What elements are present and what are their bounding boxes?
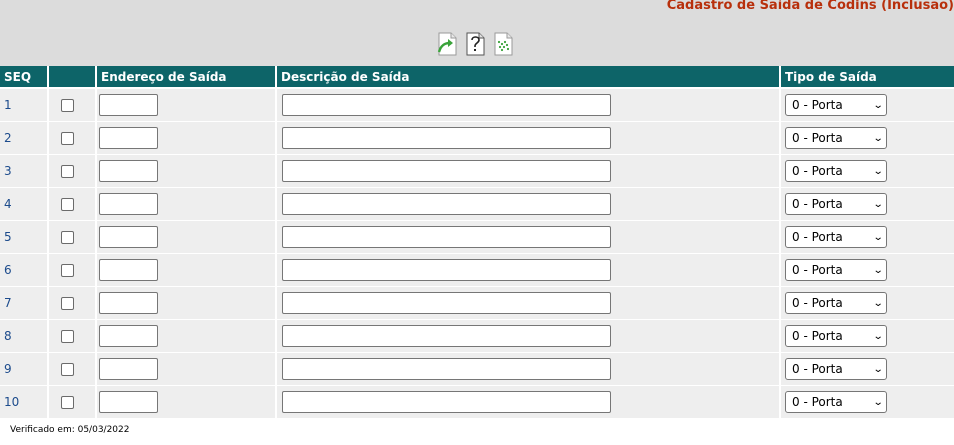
type-select[interactable]: 0 - Porta ⌄ [785,259,887,281]
seq-number[interactable]: 3 [4,164,12,178]
address-input[interactable] [99,391,158,413]
type-select-value: 0 - Porta [792,197,843,211]
description-input[interactable] [282,160,611,182]
description-input[interactable] [282,325,611,347]
chevron-down-icon: ⌄ [872,231,884,243]
row-checkbox[interactable] [61,131,74,145]
type-select[interactable]: 0 - Porta ⌄ [785,94,887,116]
description-input[interactable] [282,94,611,116]
row-checkbox[interactable] [61,329,74,343]
seq-number[interactable]: 2 [4,131,12,145]
type-select-value: 0 - Porta [792,164,843,178]
table-row: 2 0 - Porta ⌄ [0,122,954,155]
type-select-value: 0 - Porta [792,98,843,112]
address-input[interactable] [99,325,158,347]
table-row: 1 0 - Porta ⌄ [0,89,954,122]
address-input[interactable] [99,193,158,215]
toolbar [436,32,514,58]
page-title: Cadastro de Saída de Codins (Inclusão) [666,0,954,13]
type-select[interactable]: 0 - Porta ⌄ [785,127,887,149]
description-input[interactable] [282,358,611,380]
row-checkbox[interactable] [61,197,74,211]
chevron-down-icon: ⌄ [872,99,884,111]
verified-date: Verificado em: 05/03/2022 [10,425,130,435]
table-row: 4 0 - Porta ⌄ [0,188,954,221]
page-arrow-icon [437,32,457,56]
top-bar: Cadastro de Saída de Codins (Inclusão) [0,0,954,66]
chevron-down-icon: ⌄ [872,132,884,144]
type-select-value: 0 - Porta [792,329,843,343]
type-select-value: 0 - Porta [792,131,843,145]
saida-table: SEQ Endereço de Saída Descrição de Saída… [0,66,954,419]
table-row: 10 0 - Porta ⌄ [0,386,954,419]
seq-number[interactable]: 9 [4,362,12,376]
description-input[interactable] [282,292,611,314]
seq-number[interactable]: 8 [4,329,12,343]
description-input[interactable] [282,193,611,215]
chevron-down-icon: ⌄ [872,264,884,276]
row-checkbox[interactable] [61,395,74,409]
page-question-icon [466,32,485,56]
confirm-button[interactable] [436,32,458,56]
type-select-value: 0 - Porta [792,296,843,310]
address-input[interactable] [99,259,158,281]
seq-number[interactable]: 5 [4,230,12,244]
column-header-type: Tipo de Saída [781,66,954,89]
type-select[interactable]: 0 - Porta ⌄ [785,226,887,248]
clear-button[interactable] [492,32,514,56]
description-input[interactable] [282,391,611,413]
table-row: 7 0 - Porta ⌄ [0,287,954,320]
chevron-down-icon: ⌄ [872,330,884,342]
type-select-value: 0 - Porta [792,230,843,244]
row-checkbox[interactable] [61,164,74,178]
description-input[interactable] [282,226,611,248]
type-select[interactable]: 0 - Porta ⌄ [785,391,887,413]
seq-number[interactable]: 10 [4,395,19,409]
address-input[interactable] [99,94,158,116]
table-row: 9 0 - Porta ⌄ [0,353,954,386]
type-select-value: 0 - Porta [792,395,843,409]
seq-number[interactable]: 4 [4,197,12,211]
column-header-check [49,66,97,89]
table-row: 5 0 - Porta ⌄ [0,221,954,254]
help-button[interactable] [464,32,486,56]
page-sparkle-icon [494,32,513,56]
column-header-address: Endereço de Saída [97,66,277,89]
row-checkbox[interactable] [61,362,74,376]
column-header-description: Descrição de Saída [277,66,781,89]
chevron-down-icon: ⌄ [872,396,884,408]
chevron-down-icon: ⌄ [872,297,884,309]
row-checkbox[interactable] [61,98,74,112]
description-input[interactable] [282,127,611,149]
type-select-value: 0 - Porta [792,263,843,277]
type-select-value: 0 - Porta [792,362,843,376]
table-row: 3 0 - Porta ⌄ [0,155,954,188]
type-select[interactable]: 0 - Porta ⌄ [785,325,887,347]
row-checkbox[interactable] [61,230,74,244]
address-input[interactable] [99,226,158,248]
seq-number[interactable]: 6 [4,263,12,277]
type-select[interactable]: 0 - Porta ⌄ [785,193,887,215]
chevron-down-icon: ⌄ [872,198,884,210]
type-select[interactable]: 0 - Porta ⌄ [785,292,887,314]
row-checkbox[interactable] [61,296,74,310]
chevron-down-icon: ⌄ [872,363,884,375]
table-row: 8 0 - Porta ⌄ [0,320,954,353]
address-input[interactable] [99,127,158,149]
seq-number[interactable]: 7 [4,296,12,310]
address-input[interactable] [99,358,158,380]
row-checkbox[interactable] [61,263,74,277]
type-select[interactable]: 0 - Porta ⌄ [785,160,887,182]
address-input[interactable] [99,160,158,182]
address-input[interactable] [99,292,158,314]
table-row: 6 0 - Porta ⌄ [0,254,954,287]
seq-number[interactable]: 1 [4,98,12,112]
description-input[interactable] [282,259,611,281]
type-select[interactable]: 0 - Porta ⌄ [785,358,887,380]
chevron-down-icon: ⌄ [872,165,884,177]
column-header-seq: SEQ [0,66,49,89]
table-header-row: SEQ Endereço de Saída Descrição de Saída… [0,66,954,89]
